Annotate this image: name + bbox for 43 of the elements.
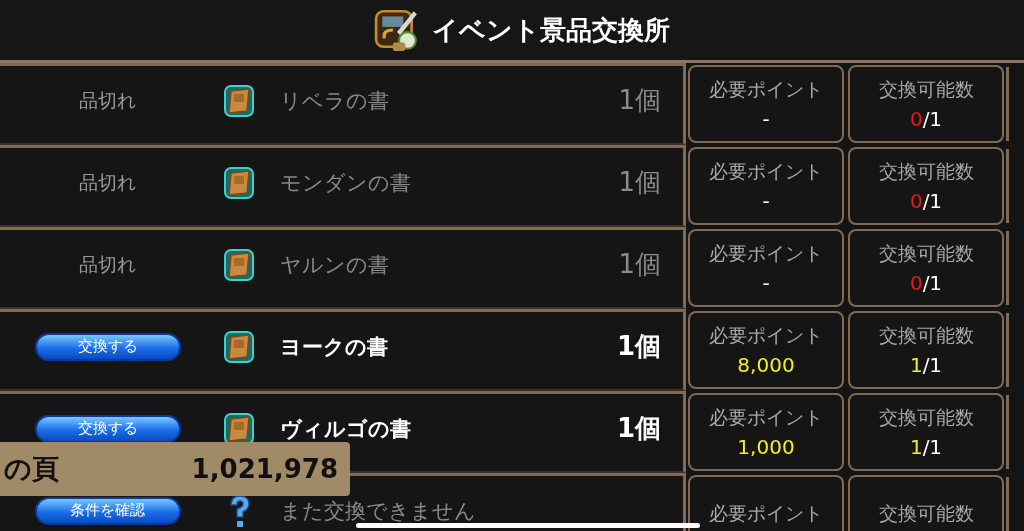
points-value: - [762,189,770,213]
count-label: 交換可能数 [878,77,974,102]
count-value: 0/1 [909,271,943,295]
points-label: 必要ポイント [709,159,823,184]
points-label: 必要ポイント [709,323,823,348]
points-value: 1,000 [737,435,795,459]
item-quantity: 1個 [618,166,661,199]
count-label: 交換可能数 [878,323,974,348]
count-label: 交換可能数 [878,501,974,526]
item-name: また交換できません [280,497,476,525]
points-label: 必要ポイント [709,241,823,266]
balance-value: 1,021,978 [191,454,338,484]
item-name: ヤルンの書 [280,251,389,279]
points-value: - [762,107,770,131]
count-value: 1/1 [909,435,943,459]
count-label: 交換可能数 [878,405,974,430]
points-value: - [762,271,770,295]
item-quantity: 1個 [616,330,661,363]
count-label: 交換可能数 [878,159,974,184]
sold-out-label: 品切れ [79,251,136,277]
chest-sword-icon [374,7,420,53]
item-quantity: 1個 [618,84,661,117]
count-value: 0/1 [909,107,943,131]
count-value: 1/1 [909,353,943,377]
item-name: ヨークの書 [280,333,388,361]
action-button[interactable]: 交換する [34,414,181,443]
item-quantity: 1個 [616,412,661,445]
count-value: 0/1 [909,189,943,213]
points-label: 必要ポイント [709,405,823,430]
action-button[interactable]: 交換する [34,332,181,361]
page-title: イベント景品交換所 [432,13,670,47]
item-quantity: 1個 [618,248,661,281]
action-button[interactable]: 条件を確認 [34,496,181,525]
balance-label: の頁 [4,452,59,486]
item-name: モンダンの書 [280,169,411,197]
item-name: リベラの書 [280,87,389,115]
count-label: 交換可能数 [878,241,974,266]
item-name: ヴィルゴの書 [280,415,411,443]
points-label: 必要ポイント [709,77,823,102]
points-label: 必要ポイント [709,501,823,526]
sold-out-label: 品切れ [79,87,136,113]
points-value: 8,000 [737,353,795,377]
sold-out-label: 品切れ [79,169,136,195]
